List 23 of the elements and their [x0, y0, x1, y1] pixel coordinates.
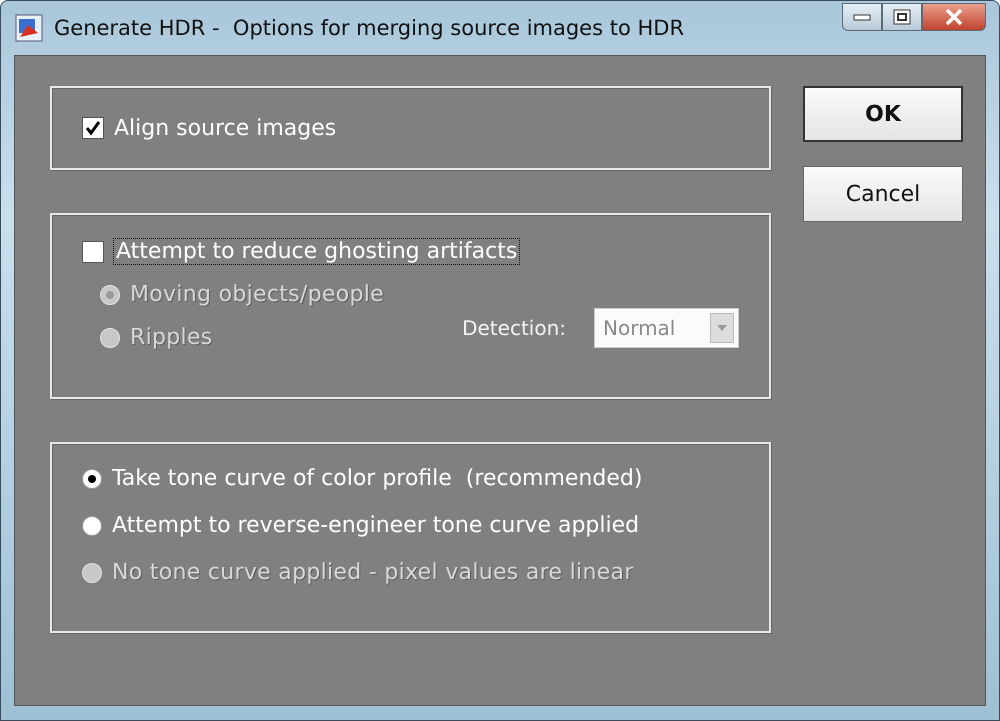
window-title: Generate HDR - Options for merging source images to HDR	[54, 16, 686, 40]
radio-label: Ripples	[130, 325, 213, 350]
ok-button[interactable]: OK	[803, 86, 963, 142]
checkbox[interactable]	[82, 117, 104, 139]
restore-icon	[893, 9, 911, 25]
detection-label: Detection:	[462, 316, 566, 340]
cancel-button[interactable]: Cancel	[803, 166, 963, 222]
checkbox-label: Attempt to reduce ghosting artifacts	[114, 239, 520, 264]
minimize-icon	[853, 13, 871, 21]
close-button[interactable]	[922, 3, 986, 31]
checkbox-label: Align source images	[114, 116, 336, 140]
caret-icon	[717, 325, 727, 331]
checkbox[interactable]	[82, 240, 104, 262]
app-icon	[14, 13, 44, 43]
radio-button[interactable]	[82, 468, 102, 488]
radio-button[interactable]	[82, 516, 102, 536]
radio-label: Attempt to reverse-engineer tone curve applied	[112, 513, 640, 538]
restore-button[interactable]	[882, 3, 922, 31]
close-icon	[944, 8, 964, 26]
radio-label: Take tone curve of color profile (recommended)	[112, 466, 642, 491]
radio-label: Moving objects/people	[130, 282, 384, 307]
radio-label: No tone curve applied - pixel values are linear	[112, 560, 634, 585]
minimize-button[interactable]	[842, 3, 882, 31]
